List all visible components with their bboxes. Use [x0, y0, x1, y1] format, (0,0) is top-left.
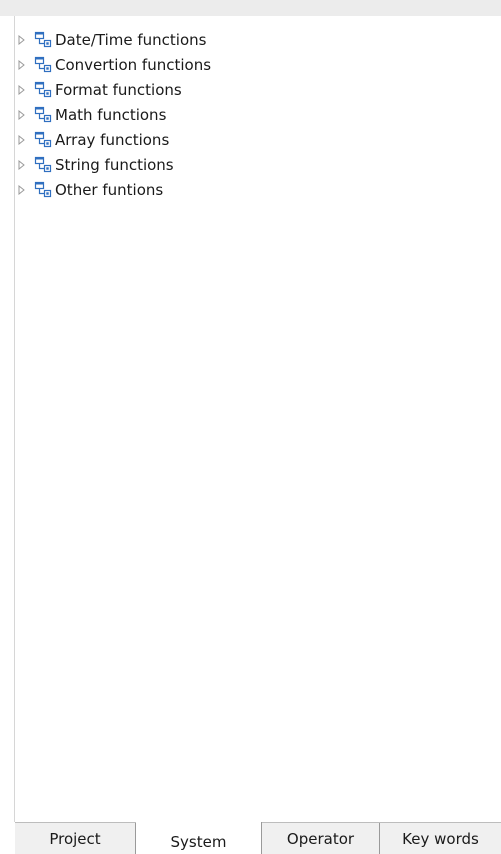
tree-item-label: Date/Time functions [55, 30, 207, 49]
tab-project[interactable]: Project [15, 823, 136, 854]
expand-arrow-icon[interactable] [16, 84, 27, 95]
tree-item-label: String functions [55, 155, 174, 174]
expand-arrow-icon[interactable] [16, 184, 27, 195]
function-group-icon [33, 181, 53, 199]
tree-item-format[interactable]: Format functions [14, 77, 494, 102]
tab-system[interactable]: System [136, 822, 262, 854]
tree-item-other[interactable]: Other funtions [14, 177, 494, 202]
expand-arrow-icon[interactable] [16, 159, 27, 170]
tree-item-date-time[interactable]: Date/Time functions [14, 27, 494, 52]
tree-item-label: Array functions [55, 130, 170, 149]
top-bar [0, 0, 501, 16]
expand-arrow-icon[interactable] [16, 34, 27, 45]
function-group-icon [33, 56, 53, 74]
tree-item-array[interactable]: Array functions [14, 127, 494, 152]
function-group-icon [33, 81, 53, 99]
function-group-icon [33, 31, 53, 49]
tree-item-string[interactable]: String functions [14, 152, 494, 177]
expand-arrow-icon[interactable] [16, 59, 27, 70]
tree-item-label: Math functions [55, 105, 167, 124]
function-group-icon [33, 156, 53, 174]
tree-item-label: Other funtions [55, 180, 164, 199]
tab-key-words[interactable]: Key words [380, 823, 501, 854]
function-browser: Date/Time functions Convertion functions [0, 0, 501, 854]
expand-arrow-icon[interactable] [16, 109, 27, 120]
function-group-icon [33, 106, 53, 124]
expand-arrow-icon[interactable] [16, 134, 27, 145]
tree-item-label: Convertion functions [55, 55, 212, 74]
bottom-tab-bar: Project System Operator Key words [15, 822, 501, 854]
function-group-icon [33, 131, 53, 149]
tree-item-conversion[interactable]: Convertion functions [14, 52, 494, 77]
tab-operator[interactable]: Operator [262, 823, 380, 854]
tree-item-label: Format functions [55, 80, 182, 99]
function-tree: Date/Time functions Convertion functions [14, 27, 494, 202]
tree-item-math[interactable]: Math functions [14, 102, 494, 127]
